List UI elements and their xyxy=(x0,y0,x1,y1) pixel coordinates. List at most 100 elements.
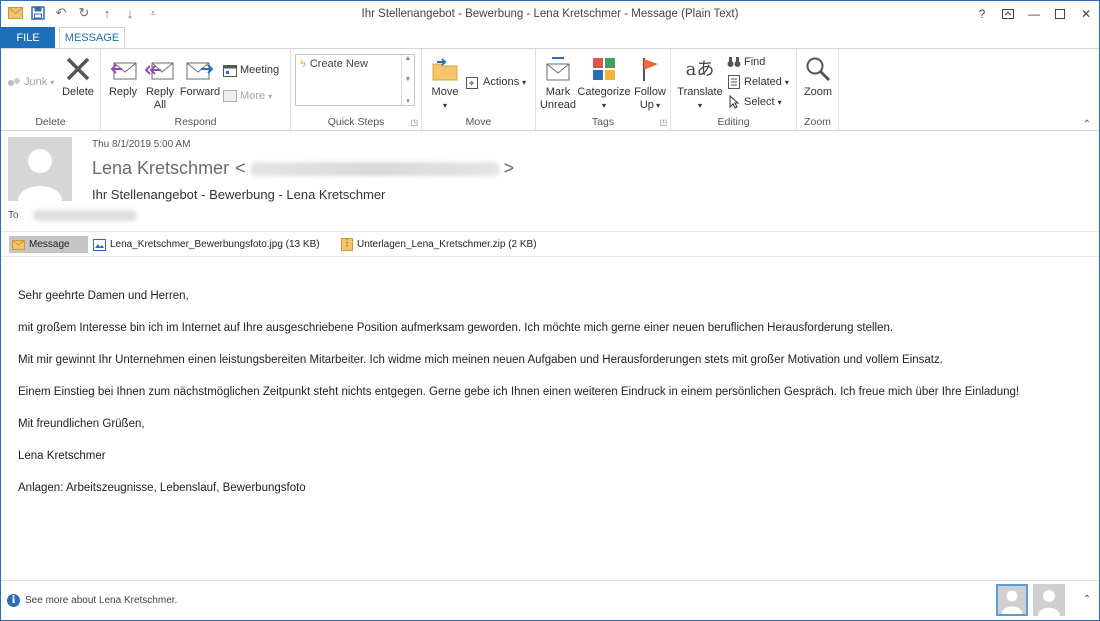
follow-label-1: Follow xyxy=(634,86,666,98)
more-label: More xyxy=(240,90,266,102)
delete-x-icon xyxy=(62,54,94,84)
forward-button[interactable]: Forward xyxy=(179,54,221,99)
mark-unread-button[interactable]: Mark Unread xyxy=(540,54,576,112)
title-bar: ↶ ↻ ↑ ↓ ⩡ Ihr Stellenangebot - Bewerbung… xyxy=(1,1,1099,27)
minimize-icon[interactable]: — xyxy=(1021,1,1047,27)
collapse-ribbon-icon[interactable]: ⌃ xyxy=(1083,119,1091,130)
find-button[interactable]: Find xyxy=(727,55,765,69)
flag-icon xyxy=(634,54,666,84)
body-paragraph: mit großem Interesse bin ich im Internet… xyxy=(18,322,894,334)
junk-button[interactable]: Junk ▾ xyxy=(7,75,54,89)
chevron-down-icon: ▾ xyxy=(697,101,702,110)
reply-label: Reply xyxy=(108,86,138,98)
window-controls: ? — ✕ xyxy=(969,1,1099,27)
categorize-icon xyxy=(588,54,620,84)
chevron-down-icon: ▾ xyxy=(601,101,606,110)
group-move: Move ▾ Actions ▾ Move xyxy=(422,49,536,130)
more-button[interactable]: More ▾ xyxy=(223,89,272,103)
scroll-up-icon[interactable]: ▲ xyxy=(405,55,412,62)
message-body[interactable]: Sehr geehrte Damen und Herren, mit große… xyxy=(18,289,1078,513)
quick-steps-gallery: ϟ Create New ▲ ▼ ▾ xyxy=(295,54,415,106)
group-respond: Reply Reply All Forward Meeting More ▾ R… xyxy=(101,49,291,130)
attachment-zip[interactable]: Unterlagen_Lena_Kretschmer.zip (2 KB) xyxy=(341,236,537,253)
attachment-name: Unterlagen_Lena_Kretschmer.zip (2 KB) xyxy=(357,239,537,250)
magnifier-icon xyxy=(802,54,834,84)
body-paragraph: Mit mir gewinnt Ihr Unternehmen einen le… xyxy=(18,354,943,366)
mark-label-2: Unread xyxy=(539,99,577,111)
people-avatar[interactable] xyxy=(1033,584,1065,616)
outlook-message-window: ↶ ↻ ↑ ↓ ⩡ Ihr Stellenangebot - Bewerbung… xyxy=(0,0,1100,621)
zoom-label: Zoom xyxy=(803,86,833,98)
translate-button[interactable]: aあ Translate ▾ xyxy=(677,54,723,112)
ribbon-display-options-icon[interactable] xyxy=(995,1,1021,27)
group-label-move: Move xyxy=(465,116,492,128)
move-button[interactable]: Move ▾ xyxy=(428,54,462,112)
quick-steps-scrollbar[interactable]: ▲ ▼ ▾ xyxy=(401,55,414,105)
chevron-down-icon: ▾ xyxy=(777,97,782,107)
attachments-bar: Message Lena_Kretschmer_Bewerbungsfoto.j… xyxy=(1,231,1099,257)
help-icon[interactable]: ? xyxy=(969,1,995,27)
reply-all-button[interactable]: Reply All xyxy=(142,54,178,112)
meeting-button[interactable]: Meeting xyxy=(223,63,279,77)
forward-label: Forward xyxy=(179,86,221,98)
ribbon-tabs: FILE MESSAGE xyxy=(1,27,1099,48)
reply-button[interactable]: Reply xyxy=(105,54,141,99)
follow-label-2: Up xyxy=(639,99,654,111)
body-paragraph: Sehr geehrte Damen und Herren, xyxy=(18,290,189,302)
window-title: Ihr Stellenangebot - Bewerbung - Lena Kr… xyxy=(361,8,739,20)
people-avatar-selected[interactable] xyxy=(996,584,1028,616)
quick-step-create-new[interactable]: ϟ Create New xyxy=(300,58,368,70)
group-label-editing: Editing xyxy=(717,116,750,128)
zip-file-icon xyxy=(341,238,353,251)
delete-label: Delete xyxy=(62,86,94,98)
reply-all-icon xyxy=(144,54,176,84)
chevron-down-icon: ▾ xyxy=(442,101,447,110)
sender-email-redacted xyxy=(249,161,500,176)
group-label-respond: Respond xyxy=(174,116,217,128)
ribbon: Junk ▾ Delete Delete Reply Reply All For… xyxy=(1,48,1099,131)
dialog-launcher-icon[interactable]: ◳ xyxy=(410,118,418,127)
zoom-button[interactable]: Zoom xyxy=(800,54,836,99)
recipient-redacted[interactable] xyxy=(32,210,137,221)
chevron-down-icon: ▾ xyxy=(784,77,789,87)
actions-button[interactable]: Actions ▾ xyxy=(466,75,526,89)
lightning-icon: ϟ xyxy=(300,58,306,70)
dialog-launcher-icon[interactable]: ◳ xyxy=(659,118,667,127)
angle-bracket-close: > xyxy=(503,158,515,178)
group-zoom: Zoom Zoom xyxy=(797,49,839,130)
tab-message[interactable]: MESSAGE xyxy=(59,27,125,48)
message-subject: Ihr Stellenangebot - Bewerbung - Lena Kr… xyxy=(92,187,386,202)
sender-name[interactable]: Lena Kretschmer xyxy=(92,158,229,179)
maximize-icon[interactable] xyxy=(1047,1,1073,27)
expand-people-pane-icon[interactable]: ⌃ xyxy=(1083,594,1091,605)
actions-icon xyxy=(466,75,480,89)
junk-label: Junk xyxy=(24,76,48,88)
angle-bracket-open: < xyxy=(235,158,246,178)
to-line: To xyxy=(8,210,137,221)
more-icon xyxy=(223,89,237,103)
chevron-down-icon: ▾ xyxy=(522,77,527,87)
body-paragraph: Lena Kretschmer xyxy=(18,450,106,462)
group-editing: aあ Translate ▾ Find Related ▾ Select ▾ E… xyxy=(671,49,797,130)
delete-button[interactable]: Delete xyxy=(59,54,97,99)
sender-avatar[interactable] xyxy=(8,137,72,201)
meeting-label: Meeting xyxy=(240,64,280,76)
reply-icon xyxy=(107,54,139,84)
categorize-button[interactable]: Categorize ▾ xyxy=(577,54,631,112)
tab-file[interactable]: FILE xyxy=(1,27,55,48)
attachment-message[interactable]: Message xyxy=(9,236,88,253)
related-button[interactable]: Related ▾ xyxy=(727,75,789,89)
scroll-down-icon[interactable]: ▼ xyxy=(405,76,412,83)
gallery-more-icon[interactable]: ▾ xyxy=(406,97,410,105)
create-new-label: Create New xyxy=(309,58,368,70)
close-icon[interactable]: ✕ xyxy=(1073,1,1099,27)
group-label-tags: Tags xyxy=(591,116,615,128)
meeting-icon xyxy=(223,63,237,77)
follow-up-button[interactable]: Follow Up ▾ xyxy=(632,54,668,112)
attachment-jpg[interactable]: Lena_Kretschmer_Bewerbungsfoto.jpg (13 K… xyxy=(93,236,320,253)
select-button[interactable]: Select ▾ xyxy=(727,95,782,109)
cursor-icon xyxy=(727,95,741,109)
see-more-link[interactable]: See more about Lena Kretschmer. xyxy=(25,595,177,606)
chevron-down-icon: ▾ xyxy=(653,101,661,110)
mark-unread-icon xyxy=(542,54,574,84)
